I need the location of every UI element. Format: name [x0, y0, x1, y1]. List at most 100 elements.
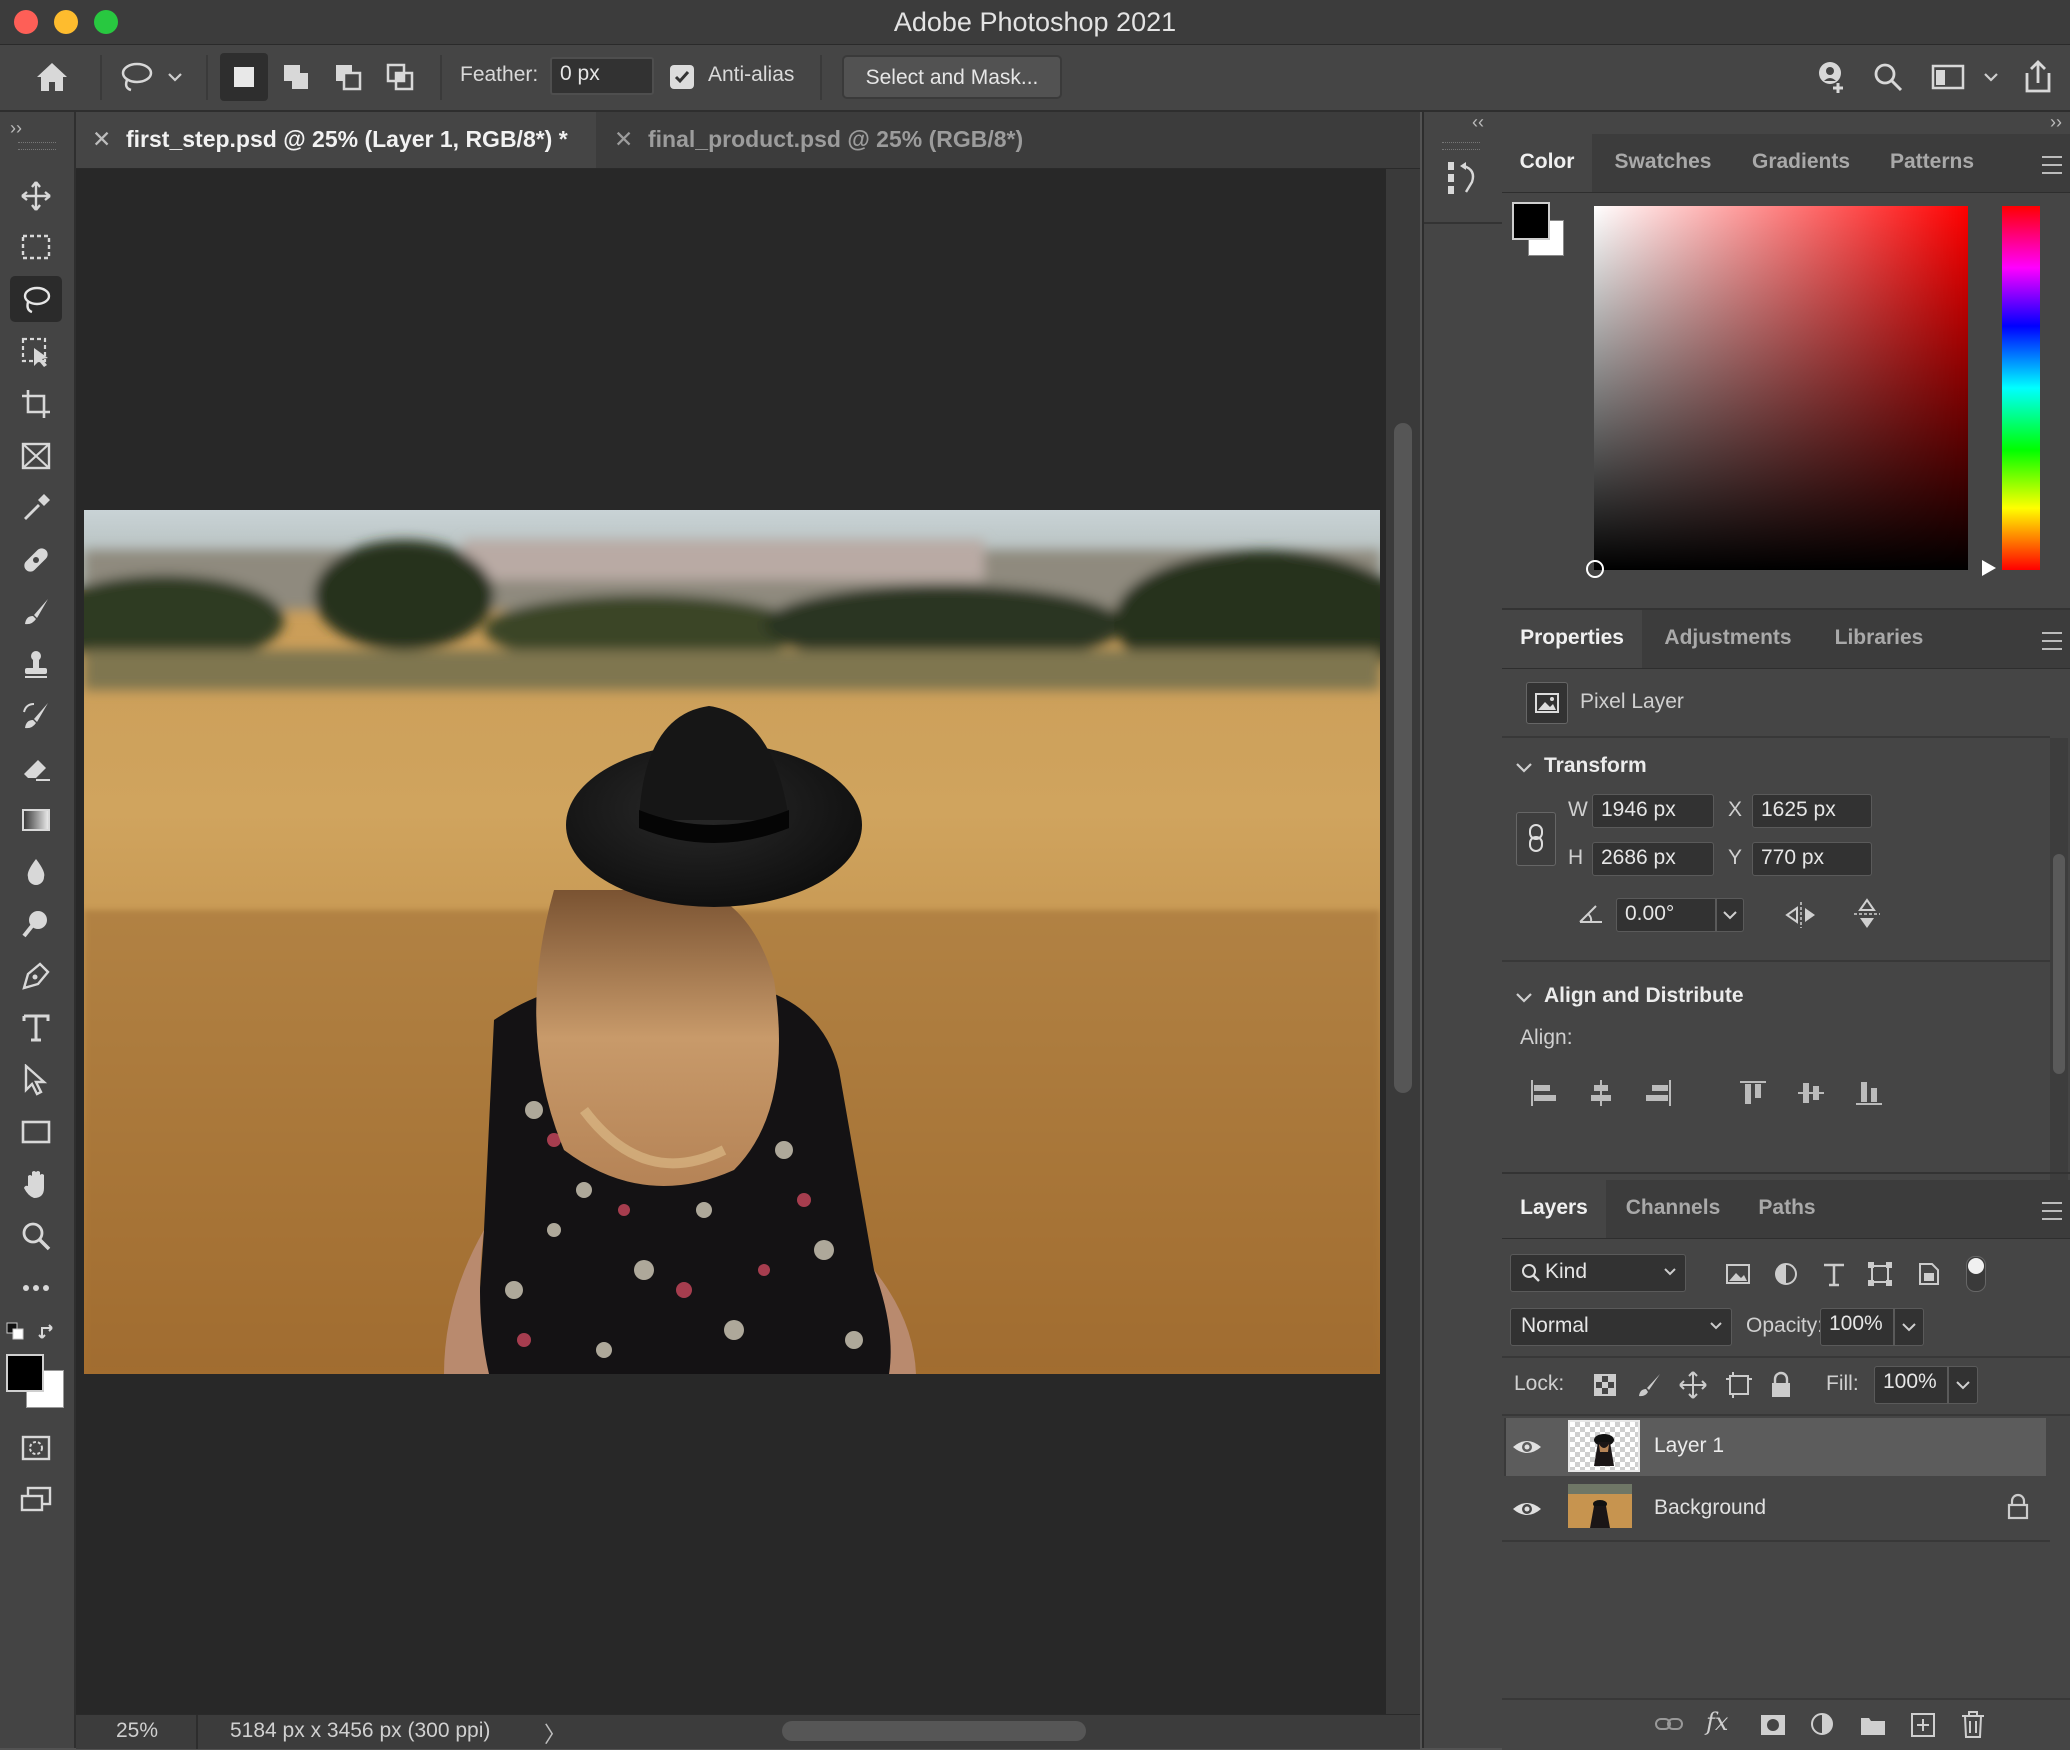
eyedropper-tool-icon[interactable] — [10, 484, 62, 530]
workspace-chevron-down-icon[interactable] — [1976, 59, 2006, 95]
add-layer-mask-icon[interactable] — [1758, 1710, 1788, 1740]
align-collapse-icon[interactable] — [1514, 988, 1534, 1008]
close-tab-icon[interactable]: ✕ — [92, 126, 111, 153]
layer-row-layer-1[interactable]: Layer 1 — [1504, 1418, 2046, 1476]
new-selection-mode-icon[interactable] — [220, 53, 268, 101]
lasso-tool-preset-icon[interactable] — [114, 57, 158, 97]
angle-input[interactable]: 0.00° — [1616, 898, 1716, 932]
tab-final-product[interactable]: ✕ final_product.psd @ 25% (RGB/8*) — [598, 112, 1128, 168]
link-layers-icon[interactable] — [1654, 1710, 1686, 1740]
brush-tool-icon[interactable] — [10, 588, 62, 634]
align-vertical-centers-icon[interactable] — [1796, 1078, 1826, 1108]
layer-name[interactable]: Background — [1654, 1496, 1766, 1520]
clone-stamp-tool-icon[interactable] — [10, 640, 62, 686]
filter-type-layers-icon[interactable] — [1820, 1260, 1848, 1288]
add-to-selection-icon[interactable] — [272, 53, 320, 101]
swap-colors-icon[interactable] — [38, 1322, 60, 1344]
tab-libraries[interactable]: Libraries — [1814, 610, 1944, 668]
layer-name[interactable]: Layer 1 — [1654, 1434, 1724, 1458]
filter-adjustment-layers-icon[interactable] — [1772, 1260, 1800, 1288]
layer-visibility-eye-icon[interactable] — [1510, 1432, 1544, 1462]
rectangle-tool-icon[interactable] — [10, 1108, 62, 1154]
align-left-edges-icon[interactable] — [1528, 1078, 1558, 1108]
chevron-down-icon[interactable] — [160, 59, 190, 95]
transform-section-title[interactable]: Transform — [1544, 754, 1647, 778]
width-input[interactable]: 1946 px — [1592, 794, 1714, 828]
lock-position-icon[interactable] — [1678, 1370, 1708, 1400]
opacity-input[interactable]: 100% — [1820, 1308, 1894, 1346]
angle-dropdown-chevron-icon[interactable] — [1716, 898, 1744, 932]
tab-adjustments[interactable]: Adjustments — [1644, 610, 1812, 668]
x-position-input[interactable]: 1625 px — [1752, 794, 1872, 828]
share-icon[interactable] — [2016, 55, 2060, 99]
tab-patterns[interactable]: Patterns — [1870, 134, 1994, 192]
hue-slider[interactable] — [2002, 206, 2040, 570]
tab-layers[interactable]: Layers — [1502, 1180, 1606, 1238]
tab-channels[interactable]: Channels — [1608, 1180, 1738, 1238]
workspace-icon[interactable] — [1926, 57, 1970, 97]
marquee-tool-icon[interactable] — [10, 224, 62, 270]
filter-shape-layers-icon[interactable] — [1866, 1260, 1894, 1288]
hand-tool-icon[interactable] — [10, 1160, 62, 1206]
align-section-title[interactable]: Align and Distribute — [1544, 984, 1744, 1008]
history-brush-tool-icon[interactable] — [10, 692, 62, 738]
new-layer-icon[interactable] — [1908, 1710, 1938, 1740]
flip-vertical-icon[interactable] — [1852, 896, 1882, 932]
layer-visibility-eye-icon[interactable] — [1510, 1494, 1544, 1524]
filter-toggle-switch[interactable] — [1966, 1256, 1986, 1292]
filter-smart-objects-icon[interactable] — [1914, 1260, 1942, 1288]
blur-tool-icon[interactable] — [10, 848, 62, 894]
feather-input[interactable]: 0 px — [550, 57, 654, 95]
align-horizontal-centers-icon[interactable] — [1586, 1078, 1616, 1108]
horizontal-scroll-thumb[interactable] — [782, 1721, 1086, 1741]
properties-panel-menu-icon[interactable] — [2042, 632, 2062, 650]
document-image[interactable] — [84, 510, 1380, 1374]
quick-mask-icon[interactable] — [10, 1424, 62, 1470]
y-position-input[interactable]: 770 px — [1752, 842, 1872, 876]
opacity-slider-chevron-icon[interactable] — [1894, 1308, 1924, 1346]
lock-transparent-pixels-icon[interactable] — [1592, 1372, 1618, 1398]
zoom-tool-icon[interactable] — [10, 1212, 62, 1258]
layer-lock-icon[interactable] — [2006, 1492, 2030, 1522]
subtract-from-selection-icon[interactable] — [324, 53, 372, 101]
tab-properties[interactable]: Properties — [1502, 610, 1642, 668]
move-tool-icon[interactable] — [10, 172, 62, 218]
lock-all-icon[interactable] — [1768, 1370, 1794, 1400]
properties-scroll-thumb[interactable] — [2053, 854, 2065, 1074]
color-panel-foreground-swatch[interactable] — [1512, 202, 1550, 240]
crop-tool-icon[interactable] — [10, 380, 62, 426]
lock-artboard-icon[interactable] — [1724, 1370, 1754, 1400]
layer-row-background[interactable]: Background — [1504, 1480, 2046, 1538]
new-adjustment-layer-icon[interactable] — [1808, 1710, 1838, 1740]
saturation-brightness-field[interactable] — [1586, 206, 1968, 578]
tab-swatches[interactable]: Swatches — [1594, 134, 1732, 192]
anti-alias-checkbox[interactable] — [670, 65, 694, 89]
vertical-scrollbar[interactable] — [1386, 169, 1420, 1714]
blend-mode-select[interactable]: Normal — [1510, 1308, 1732, 1346]
align-top-edges-icon[interactable] — [1738, 1078, 1768, 1108]
fill-slider-chevron-icon[interactable] — [1948, 1366, 1978, 1404]
vertical-scroll-thumb[interactable] — [1394, 423, 1412, 1093]
more-tools-icon[interactable] — [10, 1264, 62, 1310]
screen-mode-icon[interactable] — [10, 1476, 62, 1522]
learn-icon[interactable] — [1810, 57, 1854, 97]
lasso-tool-icon[interactable] — [10, 276, 62, 322]
tab-first-step[interactable]: ✕ first_step.psd @ 25% (Layer 1, RGB/8*)… — [76, 112, 596, 168]
eraser-tool-icon[interactable] — [10, 744, 62, 790]
lock-image-pixels-icon[interactable] — [1636, 1372, 1662, 1398]
tab-color[interactable]: Color — [1502, 134, 1592, 192]
link-proportions-icon[interactable] — [1516, 812, 1556, 866]
height-input[interactable]: 2686 px — [1592, 842, 1714, 876]
home-icon[interactable] — [30, 57, 74, 97]
healing-brush-tool-icon[interactable] — [10, 536, 62, 582]
layers-panel-menu-icon[interactable] — [2042, 1202, 2062, 1220]
search-icon[interactable] — [1866, 57, 1910, 97]
color-panel-menu-icon[interactable] — [2042, 156, 2062, 174]
object-selection-tool-icon[interactable] — [10, 328, 62, 374]
path-selection-tool-icon[interactable] — [10, 1056, 62, 1102]
default-colors-icon[interactable] — [6, 1322, 26, 1342]
status-menu-chevron-icon[interactable]: 〉 — [544, 1717, 566, 1749]
delete-layer-trash-icon[interactable] — [1958, 1708, 1988, 1740]
properties-scrollbar[interactable] — [2050, 738, 2068, 1238]
expand-toolbar-icon[interactable]: ›› — [10, 118, 22, 139]
